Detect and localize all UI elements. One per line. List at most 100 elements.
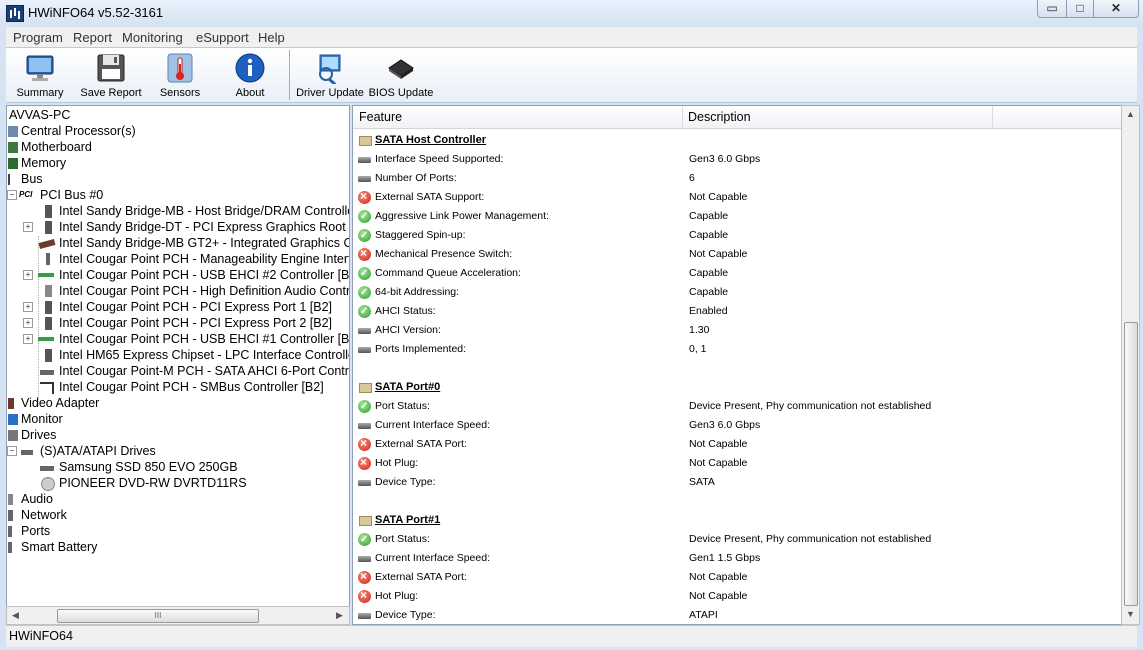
drive-icon (21, 450, 33, 455)
section-header-row[interactable]: SATA Port#0 (353, 378, 1121, 397)
feature-label: Device Type: (375, 476, 436, 488)
detail-row[interactable]: AHCI Version: 1.30 (353, 321, 1121, 340)
feature-label: Device Type: (375, 609, 436, 621)
detail-row[interactable]: Ports Implemented: 0, 1 (353, 340, 1121, 359)
detail-row[interactable]: Port Status: Device Present, Phy communic… (353, 530, 1121, 549)
title-bar: HWiNFO64 v5.52-3161 ▭ □ ✕ (0, 0, 1143, 26)
detail-row[interactable]: Device Type: SATA (353, 473, 1121, 492)
audio-icon (8, 494, 13, 505)
detail-row[interactable]: External SATA Port: Not Capable (353, 434, 1121, 454)
detail-row[interactable]: Interface Speed Supported: Gen3 6.0 Gbps (353, 150, 1121, 169)
bios-update-button[interactable]: BIOS Update (368, 50, 434, 100)
section-title: SATA Host Controller (375, 134, 487, 146)
device-tree[interactable]: AVVAS-PC Central Processor(s) Motherboar… (6, 105, 350, 610)
monitor-icon (26, 55, 54, 81)
scroll-thumb[interactable]: III (57, 609, 259, 623)
tree-label: Network (21, 508, 67, 522)
column-divider[interactable] (992, 106, 993, 128)
expand-toggle[interactable]: + (23, 302, 33, 312)
feature-label: Port Status: (375, 533, 430, 545)
tree-label: Memory (21, 156, 67, 170)
tree-label: Intel Sandy Bridge-DT - PCI Express Grap… (59, 220, 350, 234)
tree-horizontal-scrollbar[interactable]: ◀ III ▶ (6, 606, 350, 625)
menu-esupport[interactable]: eSupport (196, 30, 249, 45)
minimize-button[interactable]: ▭ (1037, 0, 1067, 18)
drive-icon (40, 466, 54, 471)
maximize-button[interactable]: □ (1066, 0, 1094, 18)
description-value: ATAPI (689, 609, 718, 621)
description-value: Not Capable (689, 191, 748, 203)
save-report-label: Save Report (80, 87, 142, 99)
details-vertical-scrollbar[interactable]: ▲ ▼ (1121, 105, 1140, 625)
description-value: Not Capable (689, 571, 748, 583)
detail-row[interactable]: Staggered Spin-up: Capable (353, 226, 1121, 245)
detail-row[interactable]: 64-bit Addressing: Capable (353, 283, 1121, 302)
menu-help[interactable]: Help (258, 30, 285, 45)
about-button[interactable]: About (224, 50, 276, 100)
feature-label: Aggressive Link Power Management: (375, 210, 549, 222)
feature-label: AHCI Version: (375, 324, 441, 336)
column-divider[interactable] (682, 106, 683, 128)
detail-row[interactable]: AHCI Status: Enabled (353, 302, 1121, 321)
scroll-left-arrow-icon[interactable]: ◀ (7, 607, 24, 624)
chip-icon (45, 349, 52, 362)
detail-row[interactable]: External SATA Support: Not Capable (353, 187, 1121, 207)
menu-monitoring[interactable]: Monitoring (122, 30, 183, 45)
check-icon (358, 264, 371, 283)
toolbar: Summary Save Report Sensors About Driver… (6, 48, 1137, 103)
bios-chip-icon (388, 59, 414, 79)
detail-row[interactable]: Mechanical Presence Switch: Not Capable (353, 244, 1121, 264)
detail-row[interactable]: Number Of Ports: 6 (353, 169, 1121, 188)
expand-toggle[interactable]: + (23, 222, 33, 232)
section-header-row[interactable]: SATA Port#1 (353, 511, 1121, 530)
detail-row[interactable]: External SATA Port: Not Capable (353, 567, 1121, 587)
cross-icon (358, 187, 371, 206)
scroll-down-arrow-icon[interactable]: ▼ (1122, 606, 1139, 623)
drive-icon (40, 370, 54, 375)
info-bar-icon (358, 176, 371, 182)
chip-icon (45, 301, 52, 314)
summary-button[interactable]: Summary (12, 50, 68, 100)
driver-update-button[interactable]: Driver Update (296, 50, 364, 100)
close-button[interactable]: ✕ (1093, 0, 1139, 18)
tree-label: (S)ATA/ATAPI Drives (40, 444, 156, 458)
feature-label: External SATA Port: (375, 571, 467, 583)
check-icon (358, 397, 371, 416)
scroll-thumb[interactable] (1124, 322, 1138, 606)
battery-icon (8, 542, 12, 553)
pci-icon: PCI (19, 190, 33, 199)
column-description[interactable]: Description (688, 110, 751, 124)
usb-icon (38, 273, 54, 277)
detail-row[interactable]: Current Interface Speed: Gen1 1.5 Gbps (353, 549, 1121, 568)
tree-label: PIONEER DVD-RW DVRTD11RS (59, 476, 247, 490)
motherboard-icon (8, 142, 18, 153)
detail-row[interactable]: Device Type: ATAPI (353, 606, 1121, 624)
description-value: Capable (689, 267, 729, 279)
sensors-button[interactable]: Sensors (154, 50, 206, 100)
menu-program[interactable]: Program (13, 30, 63, 45)
expand-toggle[interactable]: + (23, 318, 33, 328)
collapse-toggle[interactable]: − (7, 446, 17, 456)
detail-row[interactable]: Port Status: Device Present, Phy communic… (353, 397, 1121, 416)
detail-row[interactable]: Hot Plug: Not Capable (353, 586, 1121, 606)
detail-row[interactable]: Current Interface Speed: Gen3 6.0 Gbps (353, 416, 1121, 435)
collapse-toggle[interactable]: − (7, 190, 17, 200)
description-value: Not Capable (689, 438, 748, 450)
detail-row[interactable]: Aggressive Link Power Management: Capable (353, 207, 1121, 226)
column-feature[interactable]: Feature (359, 110, 402, 124)
section-header-row[interactable]: SATA Host Controller (353, 131, 1121, 150)
info-bar-icon (358, 423, 371, 429)
expand-toggle[interactable]: + (23, 270, 33, 280)
expand-toggle[interactable]: + (23, 334, 33, 344)
details-pane[interactable]: Feature Description SATA Host Controller… (352, 105, 1122, 625)
save-report-button[interactable]: Save Report (78, 50, 144, 100)
graphics-card-icon (38, 239, 56, 249)
menu-report[interactable]: Report (73, 30, 112, 45)
detail-row[interactable]: Command Queue Acceleration: Capable (353, 264, 1121, 283)
detail-row[interactable]: Hot Plug: Not Capable (353, 453, 1121, 473)
scroll-right-arrow-icon[interactable]: ▶ (331, 607, 348, 624)
scroll-up-arrow-icon[interactable]: ▲ (1122, 106, 1139, 123)
cross-icon (358, 244, 371, 263)
feature-label: Port Status: (375, 400, 430, 412)
tree-label: AVVAS-PC (9, 108, 71, 122)
